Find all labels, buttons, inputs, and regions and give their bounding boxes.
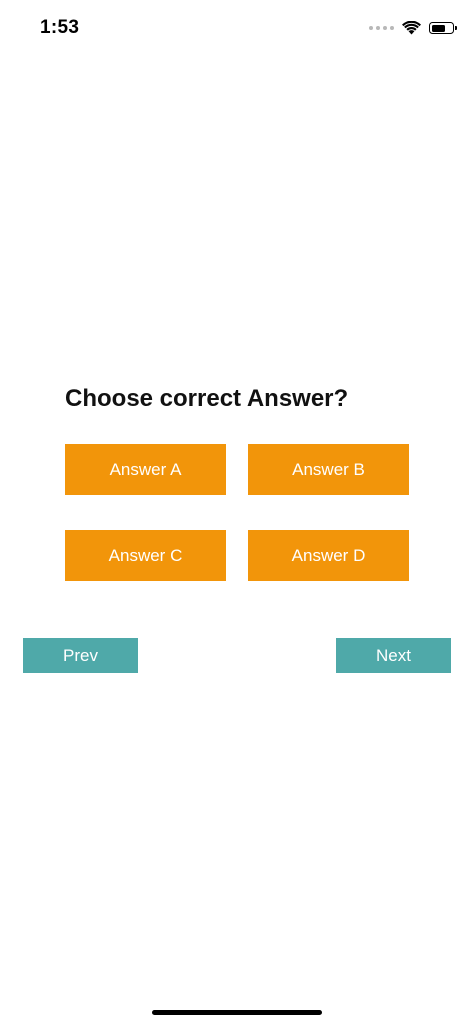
status-icons [369,19,457,37]
answer-c-button[interactable]: Answer C [65,530,226,581]
home-indicator[interactable] [152,1010,322,1015]
quiz-screen: 1:53 Choose correct Answer? Answer A Ans… [0,0,474,1025]
battery-icon [429,22,457,34]
status-bar: 1:53 [0,0,474,56]
prev-button[interactable]: Prev [23,638,138,673]
wifi-icon [402,21,421,35]
question-text: Choose correct Answer? [65,385,349,412]
answer-d-button[interactable]: Answer D [248,530,409,581]
answer-a-button[interactable]: Answer A [65,444,226,495]
next-button[interactable]: Next [336,638,451,673]
battery-level [431,24,445,32]
signal-dots-icon [369,26,394,30]
answer-b-button[interactable]: Answer B [248,444,409,495]
status-time: 1:53 [40,17,80,38]
